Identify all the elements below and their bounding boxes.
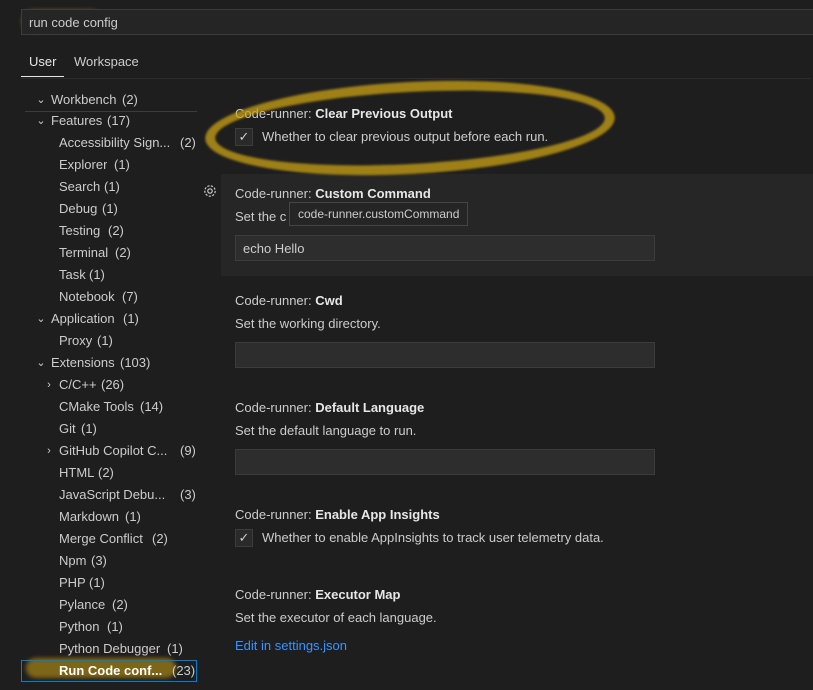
setting-desc-executor-map: Set the executor of each language. bbox=[235, 610, 437, 625]
gear-icon[interactable] bbox=[202, 183, 218, 199]
toc-item-explorer[interactable]: Explorer (1) bbox=[21, 154, 197, 176]
toc-item-php[interactable]: PHP (1) bbox=[21, 572, 197, 594]
chevron-down-icon: ⌄ bbox=[36, 94, 46, 106]
setting-title-executor-map: Code-runner: Executor Map bbox=[235, 587, 401, 602]
toc-item-extensions[interactable]: ⌄ Extensions (103) bbox=[21, 352, 197, 374]
default-language-input[interactable] bbox=[235, 449, 655, 475]
setting-desc-enable-app-insights: Whether to enable AppInsights to track u… bbox=[262, 530, 604, 545]
edit-in-settings-json-link[interactable]: Edit in settings.json bbox=[235, 638, 347, 653]
highlighter-circle-mark bbox=[202, 71, 618, 185]
check-icon: ✓ bbox=[238, 530, 250, 545]
toc-item-git[interactable]: Git (1) bbox=[21, 418, 197, 440]
toc-item-cmake-tools[interactable]: CMake Tools (14) bbox=[21, 396, 197, 418]
chevron-right-icon: › bbox=[47, 445, 51, 457]
chevron-right-icon: › bbox=[47, 379, 51, 391]
toc-item-debug[interactable]: Debug (1) bbox=[21, 198, 197, 220]
toc-item-python-debugger[interactable]: Python Debugger (1) bbox=[21, 638, 197, 660]
setting-title-enable-app-insights: Code-runner: Enable App Insights bbox=[235, 507, 440, 522]
setting-title-default-language: Code-runner: Default Language bbox=[235, 400, 425, 415]
setting-desc-cwd: Set the working directory. bbox=[235, 316, 381, 331]
toc-item-c-cpp[interactable]: › C/C++ (26) bbox=[21, 374, 197, 396]
toc-item-markdown[interactable]: Markdown (1) bbox=[21, 506, 197, 528]
setting-title-cwd: Code-runner: Cwd bbox=[235, 293, 343, 308]
settings-search-input[interactable]: run code config bbox=[21, 9, 813, 35]
toc-item-notebook[interactable]: Notebook (7) bbox=[21, 286, 197, 308]
toc-item-features[interactable]: ⌄ Features (17) bbox=[21, 110, 197, 132]
toc-item-run-code-configuration[interactable]: Run Code conf... (23) bbox=[21, 660, 197, 682]
tab-workspace[interactable]: Workspace bbox=[74, 54, 139, 69]
app-insights-checkbox[interactable]: ✓ bbox=[235, 529, 253, 547]
chevron-down-icon: ⌄ bbox=[36, 313, 46, 325]
custom-command-value: echo Hello bbox=[243, 241, 305, 256]
cwd-input[interactable] bbox=[235, 342, 655, 368]
toc-item-github-copilot[interactable]: › GitHub Copilot C... (9) bbox=[21, 440, 197, 462]
toc-item-python[interactable]: Python (1) bbox=[21, 616, 197, 638]
toc-item-terminal[interactable]: Terminal (2) bbox=[21, 242, 197, 264]
toc-item-proxy[interactable]: Proxy (1) bbox=[21, 330, 197, 352]
setting-id-tooltip: code-runner.customCommand bbox=[289, 202, 469, 226]
setting-title-custom-command: Code-runner: Custom Command bbox=[235, 186, 431, 201]
search-query-text: run code config bbox=[29, 15, 118, 30]
toc-item-pylance[interactable]: Pylance (2) bbox=[21, 594, 197, 616]
toc-item-html[interactable]: HTML (2) bbox=[21, 462, 197, 484]
settings-scope-tabs: User Workspace bbox=[21, 50, 811, 79]
toc-item-merge-conflict[interactable]: Merge Conflict (2) bbox=[21, 528, 197, 550]
toc-item-javascript-debugger[interactable]: JavaScript Debu... (3) bbox=[21, 484, 197, 506]
toc-item-accessibility-signals[interactable]: Accessibility Sign... (2) bbox=[21, 132, 197, 154]
setting-desc-custom-command: Set the c bbox=[235, 209, 287, 224]
toc-item-application[interactable]: ⌄ Application (1) bbox=[21, 308, 197, 330]
active-tab-indicator bbox=[21, 76, 64, 77]
tab-user[interactable]: User bbox=[29, 54, 56, 69]
chevron-down-icon: ⌄ bbox=[36, 115, 46, 127]
setting-desc-default-language: Set the default language to run. bbox=[235, 423, 417, 438]
toc-item-search[interactable]: Search (1) bbox=[21, 176, 197, 198]
toc-item-npm[interactable]: Npm (3) bbox=[21, 550, 197, 572]
toc-item-workbench[interactable]: ⌄ Workbench (2) bbox=[21, 89, 197, 111]
toc-item-task[interactable]: Task (1) bbox=[21, 264, 197, 286]
custom-command-input[interactable]: echo Hello bbox=[235, 235, 655, 261]
toc-item-testing[interactable]: Testing (2) bbox=[21, 220, 197, 242]
chevron-down-icon: ⌄ bbox=[36, 357, 46, 369]
